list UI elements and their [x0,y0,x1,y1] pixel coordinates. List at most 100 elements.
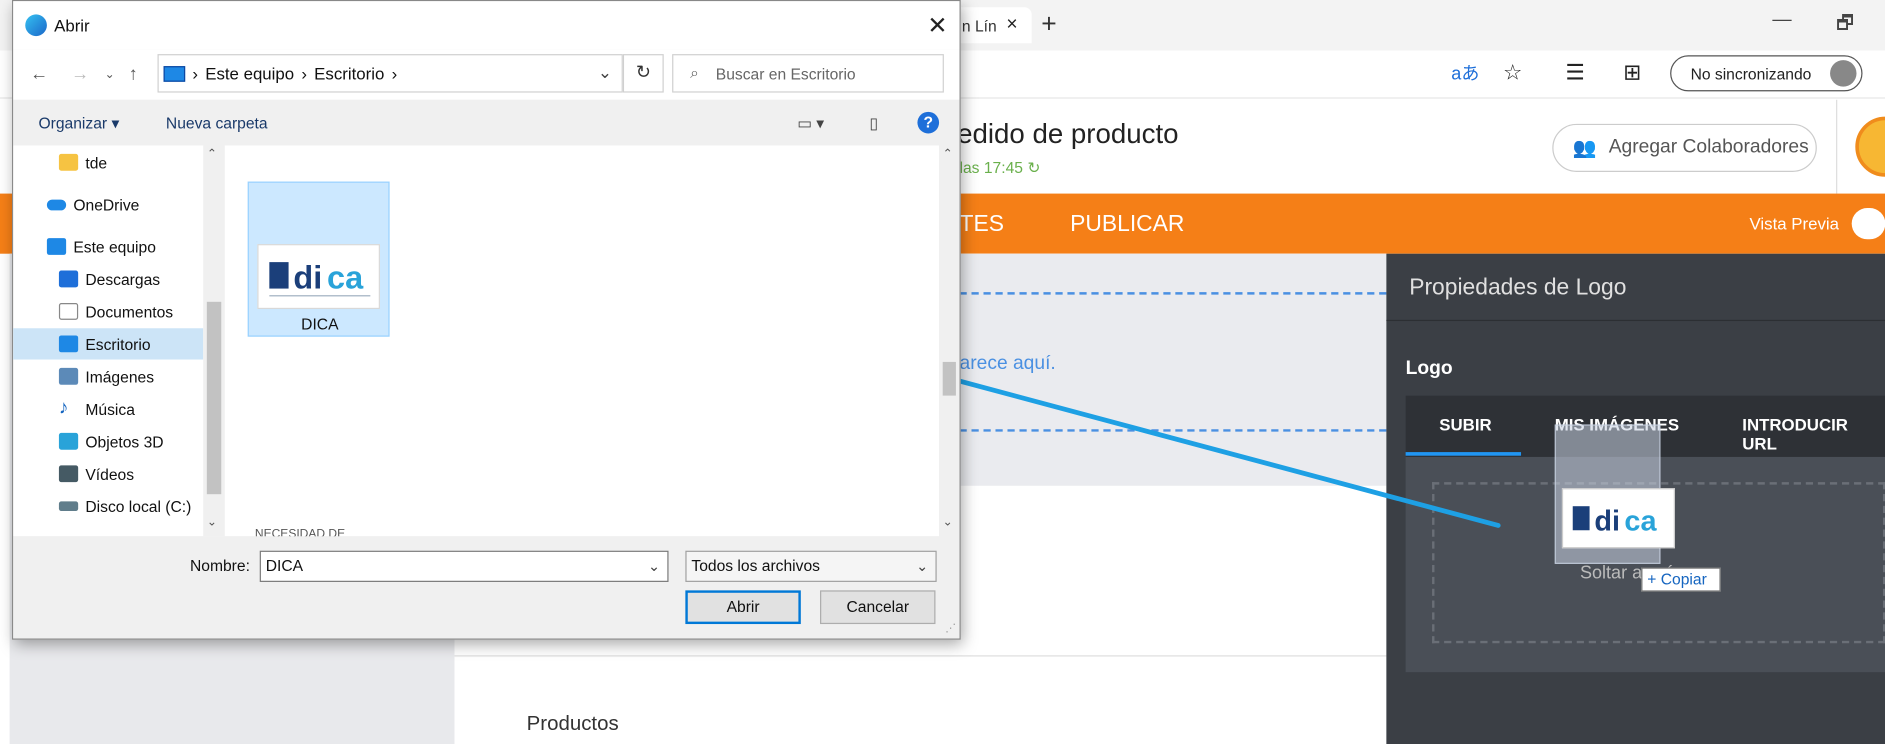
collections-icon[interactable]: ⊞ [1623,60,1641,85]
search-placeholder: Buscar en Escritorio [715,64,856,83]
refresh-icon: ↻ [1027,158,1041,177]
preview-label: Vista Previa [1749,214,1840,234]
scroll-up-icon[interactable]: ⌃ [207,148,217,161]
command-bar: Organizar ▾ Nueva carpeta ▭ ▾ ▯ ? [13,99,960,146]
scroll-thumb[interactable] [942,361,956,396]
svg-text:di: di [1594,505,1620,537]
search-icon: ⌕ [690,63,699,82]
sync-button[interactable]: No sincronizando [1670,55,1863,92]
cancel-button[interactable]: Cancelar [820,590,936,625]
forward-icon[interactable]: → [71,64,89,84]
scroll-up-icon[interactable]: ⌃ [943,148,953,161]
dashed-border-top [959,292,1387,295]
dashed-border-bottom [959,429,1387,432]
nav-item-tde[interactable]: tde [13,147,203,178]
nav-item-escritorio[interactable]: Escritorio [13,328,204,360]
help-icon[interactable]: ? [917,111,940,134]
file-name-input[interactable]: DICA ⌄ [259,550,669,582]
documents-icon [58,303,79,320]
nav-item-descargas[interactable]: Descargas [13,263,203,294]
tab-subir[interactable]: SUBIR [1439,415,1491,434]
breadcrumb-escritorio[interactable]: Escritorio [314,64,384,83]
svg-text:ca: ca [327,260,364,296]
open-file-dialog: Abrir ✕ ← → ⌄ ↑ › Este equipo › Escritor… [12,0,961,640]
scroll-down-icon[interactable]: ⌄ [207,516,217,529]
nav-item-imagenes[interactable]: Imágenes [13,361,203,392]
computer-icon [46,238,67,255]
scroll-thumb[interactable] [206,301,222,495]
breadcrumb-separator: › [192,63,199,83]
tab-introducir-url[interactable]: INTRODUCIR URL [1742,415,1885,453]
videos-icon [58,465,79,483]
panel-title: Propiedades de Logo [1409,275,1627,301]
close-icon[interactable]: ✕ [927,11,947,41]
restore-button[interactable]: 🗗 [1836,10,1854,42]
nav-item-onedrive[interactable]: OneDrive [13,189,203,220]
read-aloud-icon[interactable]: aあ [1451,60,1479,85]
header-divider [1836,99,1838,194]
new-folder-button[interactable]: Nueva carpeta [166,114,268,132]
preview-pane-icon[interactable]: ▯ [869,114,878,133]
drive-icon [58,501,79,512]
chevron-down-icon[interactable]: ⌄ [648,552,660,581]
breadcrumb-este-equipo[interactable]: Este equipo [205,64,294,83]
file-item-dica[interactable]: di ca DICA [247,181,390,337]
pictures-icon [58,367,79,385]
dialog-nav-row: ← → ⌄ ↑ › Este equipo › Escritorio › ⌄ ↻… [13,49,960,100]
nav-item-objetos-3d[interactable]: Objetos 3D [13,426,203,457]
file-name-value: DICA [265,556,304,575]
file-type-select[interactable]: Todos los archivos ⌄ [685,550,937,582]
nav-pane-scrollbar[interactable]: ⌃ ⌄ [203,145,225,537]
placeholder-text: arece aquí. [959,353,1056,374]
new-tab-button[interactable]: + [1041,9,1056,39]
add-favorite-icon[interactable]: ☆ [1503,60,1522,85]
file-thumbnail: di ca [257,244,380,310]
nav-item-este-equipo[interactable]: Este equipo [13,231,203,262]
page-title: edido de producto [957,117,1179,150]
svg-text:ca: ca [1624,505,1657,537]
refresh-button[interactable]: ↻ [622,54,664,93]
resize-grip-icon[interactable]: ⋰ [945,622,956,635]
drag-ghost-logo: di ca [1561,488,1675,549]
breadcrumb-separator: › [301,63,307,83]
file-type-value: Todos los archivos [691,556,820,575]
saved-status: las 17:45 ↻ [959,158,1041,177]
desktop-icon [58,335,79,353]
section-divider [454,655,1387,657]
minimize-button[interactable]: — [1772,10,1791,32]
file-list: di ca DICA NECESIDAD DE [224,145,940,541]
add-collaborators-button[interactable]: 👥 Agregar Colaboradores [1552,123,1817,172]
organize-button[interactable]: Organizar ▾ [38,114,119,133]
dialog-footer: Nombre: DICA ⌄ Todos los archivos ⌄ Abri… [13,536,960,639]
products-heading: Productos [526,711,619,735]
favorites-icon[interactable]: ☰ [1566,60,1585,85]
nav-item-tes[interactable]: TES [960,212,1004,238]
people-icon: 👥 [1572,138,1597,159]
nav-item-documentos[interactable]: Documentos [13,296,203,327]
file-name: DICA [301,315,339,334]
open-button[interactable]: Abrir [685,590,801,625]
download-icon [58,270,79,288]
active-tab-underline [1405,452,1522,456]
svg-text:di: di [293,260,322,296]
search-field[interactable]: ⌕ Buscar en Escritorio [672,54,944,93]
profile-avatar-icon [1830,60,1857,87]
breadcrumb[interactable]: › Este equipo › Escritorio › ⌄ [157,54,623,93]
recent-dropdown-icon[interactable]: ⌄ [105,69,115,82]
tab-close-icon[interactable]: × [1006,14,1017,36]
chevron-down-icon[interactable]: ⌄ [598,63,612,83]
back-icon[interactable]: ← [30,64,48,84]
nav-item-musica[interactable]: ♪ Música [13,393,203,424]
preview-toggle[interactable] [1851,208,1885,240]
chevron-down-icon[interactable]: ⌄ [916,552,928,581]
copy-badge: + Copiar [1641,567,1721,592]
nav-item-publicar[interactable]: PUBLICAR [1070,212,1184,238]
nav-item-videos[interactable]: Vídeos [13,458,203,489]
up-icon[interactable]: ↑ [129,64,138,84]
navigation-pane: tde OneDrive Este equipo Descargas Docum… [13,145,225,537]
view-options-icon[interactable]: ▭ ▾ [797,114,824,133]
scroll-down-icon[interactable]: ⌄ [943,516,953,529]
nav-item-disco-local[interactable]: Disco local (C:) [13,491,203,522]
tab-label: n Lín [961,16,997,35]
file-list-scrollbar[interactable]: ⌃ ⌄ [939,145,960,537]
